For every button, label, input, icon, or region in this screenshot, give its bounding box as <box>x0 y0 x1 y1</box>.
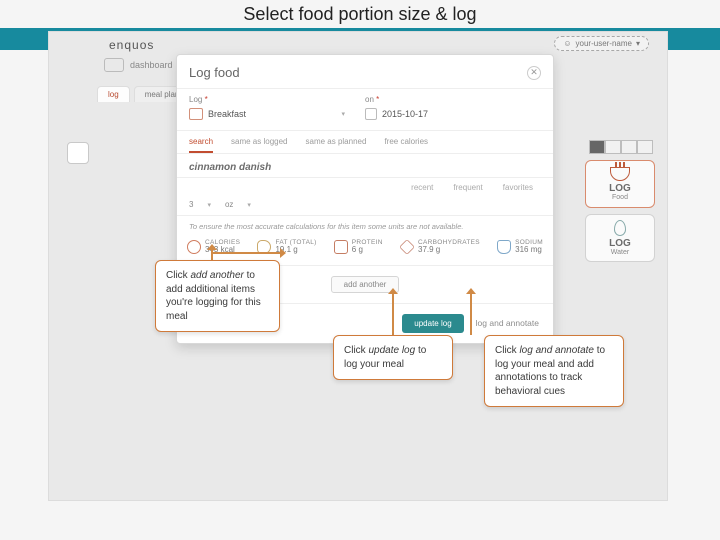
app-stage: enquos ☺ your-user-name ▾ dashboard log … <box>48 31 668 501</box>
user-menu[interactable]: ☺ your-user-name ▾ <box>554 36 649 51</box>
filter-frequent[interactable]: frequent <box>453 183 482 192</box>
quick-log-panel: LOG Food LOG Water <box>585 160 655 262</box>
portion-qty[interactable]: 3 <box>189 200 193 209</box>
subtab-free-calories[interactable]: free calories <box>384 137 428 147</box>
user-name: your-user-name <box>576 39 632 48</box>
log-water-card[interactable]: LOG Water <box>585 214 655 262</box>
required-asterisk: * <box>205 95 208 104</box>
meal-icon <box>189 108 203 120</box>
callout-arrow <box>392 293 394 335</box>
sodium-value: 316 mg <box>515 246 543 255</box>
date-value: 2015-10-17 <box>382 109 428 119</box>
callout-log-annotate: Click log and annotate to log your meal … <box>484 335 624 407</box>
selected-food-row: cinnamon danish <box>177 154 553 178</box>
carbs-value: 37.9 g <box>418 246 480 255</box>
date-field: on * 2015-10-17 <box>365 95 541 120</box>
callout-add-another: Click add another to add additional item… <box>155 260 280 332</box>
meal-label: Log * <box>189 95 365 104</box>
close-icon[interactable]: ✕ <box>527 66 541 80</box>
meal-label-text: Log <box>189 95 202 104</box>
chevron-down-icon: ▾ <box>636 39 640 48</box>
view-icon-4[interactable] <box>637 140 653 154</box>
modal-title: Log food <box>189 65 240 80</box>
subtab-same-logged[interactable]: same as logged <box>231 137 287 147</box>
log-food-sub: Food <box>612 194 628 201</box>
modal-header: Log food ✕ <box>177 55 553 89</box>
nutrition-protein: PROTEIN 6 g <box>334 239 383 255</box>
portion-note: To ensure the most accurate calculations… <box>177 216 553 235</box>
sidebar-widget[interactable] <box>67 142 89 164</box>
callout-text: Click <box>344 345 368 356</box>
filter-favorites[interactable]: favorites <box>503 183 533 192</box>
view-icon-3[interactable] <box>621 140 637 154</box>
log-food-label: LOG <box>609 183 631 194</box>
drop-icon <box>614 220 626 236</box>
filter-recent[interactable]: recent <box>411 183 433 192</box>
callout-em: log and annotate <box>519 345 594 356</box>
modal-subtabs: search same as logged same as planned fr… <box>177 131 553 154</box>
callout-arrow <box>211 252 281 254</box>
view-icon-1[interactable] <box>589 140 605 154</box>
log-and-annotate-link[interactable]: log and annotate <box>476 318 539 328</box>
meal-select[interactable]: Breakfast ▾ <box>189 108 365 120</box>
meal-field: Log * Breakfast ▾ <box>189 95 365 120</box>
callout-em: add another <box>190 270 243 281</box>
log-food-card[interactable]: LOG Food <box>585 160 655 208</box>
chevron-down-icon: ▾ <box>341 110 345 118</box>
callout-em: update log <box>368 345 415 356</box>
subtab-same-planned[interactable]: same as planned <box>306 137 367 147</box>
chevron-down-icon: ▾ <box>207 201 211 209</box>
dashboard-nav[interactable]: dashboard <box>104 58 173 72</box>
tab-log[interactable]: log <box>97 86 130 102</box>
dashboard-icon <box>104 58 124 72</box>
protein-icon <box>334 240 348 254</box>
callout-update-log: Click update log to log your meal <box>333 335 453 380</box>
sodium-icon <box>497 240 511 254</box>
callout-arrow <box>211 249 213 260</box>
update-log-button[interactable]: update log <box>402 314 463 333</box>
dashboard-label: dashboard <box>130 60 173 70</box>
portion-unit[interactable]: oz <box>225 200 233 209</box>
nutrition-sodium: SODIUM 316 mg <box>497 239 543 255</box>
modal-field-row: Log * Breakfast ▾ on * 2015-10-17 <box>177 89 553 131</box>
brand-logo: enquos <box>109 38 154 52</box>
required-asterisk: * <box>376 95 379 104</box>
log-water-label: LOG <box>609 238 631 249</box>
protein-value: 6 g <box>352 246 383 255</box>
portion-row: 3 ▾ oz ▾ <box>177 196 553 216</box>
food-filters: recent frequent favorites <box>177 178 553 196</box>
date-label: on * <box>365 95 541 104</box>
avatar-icon: ☺ <box>563 39 571 48</box>
callout-arrow <box>470 293 472 335</box>
bowl-icon <box>610 167 630 181</box>
slide-title: Select food portion size & log <box>0 4 720 25</box>
selected-food-name: cinnamon danish <box>189 162 541 173</box>
date-select[interactable]: 2015-10-17 <box>365 108 541 120</box>
view-icon-2[interactable] <box>605 140 621 154</box>
nutrition-carbs: CARBOHYDRATES 37.9 g <box>400 239 480 255</box>
callout-text: Click <box>166 270 190 281</box>
carbs-icon <box>399 239 415 255</box>
meal-value: Breakfast <box>208 109 246 119</box>
view-switcher <box>589 140 653 154</box>
calories-icon <box>187 240 201 254</box>
callout-text: Click <box>495 345 519 356</box>
chevron-down-icon: ▾ <box>247 201 251 209</box>
date-label-text: on <box>365 95 374 104</box>
calendar-icon <box>365 108 377 120</box>
subtab-search[interactable]: search <box>189 137 213 153</box>
log-water-sub: Water <box>611 249 629 256</box>
